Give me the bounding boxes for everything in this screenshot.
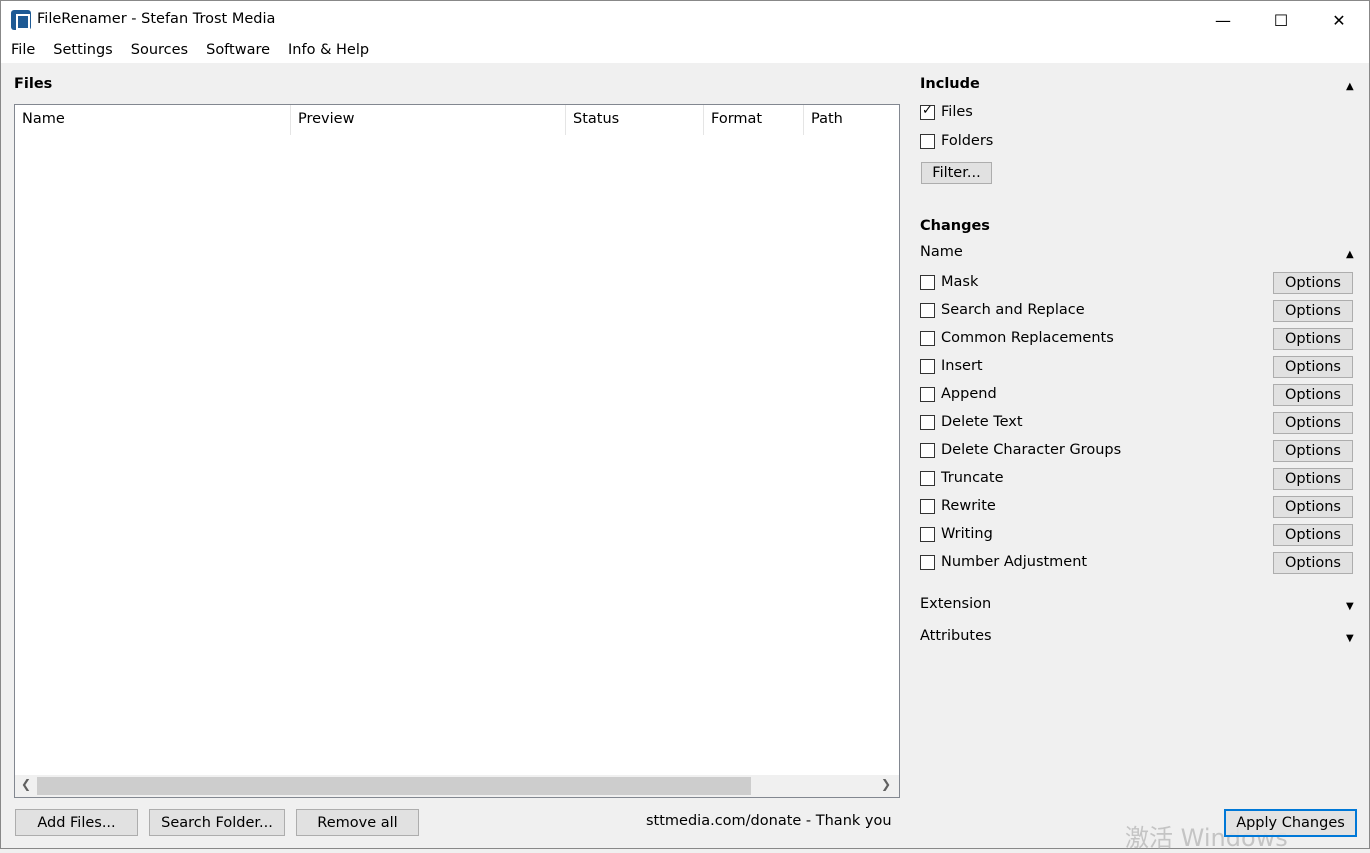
change-item-checkbox[interactable]: Common Replacements	[920, 330, 1114, 346]
attributes-section[interactable]: Attributes	[920, 628, 992, 644]
add-files-button[interactable]: Add Files...	[15, 809, 138, 836]
change-item-label: Mask	[941, 274, 979, 290]
options-button[interactable]: Options	[1273, 384, 1353, 406]
change-item-label: Rewrite	[941, 498, 996, 514]
options-button[interactable]: Options	[1273, 468, 1353, 490]
scroll-left-icon[interactable]: ❮	[21, 777, 31, 791]
close-button[interactable]: ✕	[1310, 1, 1368, 39]
remove-all-button[interactable]: Remove all	[296, 809, 419, 836]
change-item-checkbox[interactable]: Number Adjustment	[920, 554, 1087, 570]
collapse-include-icon[interactable]: ▲	[1346, 81, 1354, 92]
options-button[interactable]: Options	[1273, 412, 1353, 434]
app-icon	[11, 10, 31, 30]
change-item-checkbox[interactable]: Truncate	[920, 470, 1004, 486]
expand-attributes-icon[interactable]: ▼	[1346, 633, 1354, 644]
column-path[interactable]: Path	[804, 105, 899, 135]
column-format[interactable]: Format	[704, 105, 804, 135]
donate-link[interactable]: sttmedia.com/donate - Thank you	[646, 813, 892, 829]
title-bar: FileRenamer - Stefan Trost Media — ☐ ✕	[1, 1, 1369, 39]
menu-file[interactable]: File	[1, 39, 44, 63]
search-folder-button[interactable]: Search Folder...	[149, 809, 285, 836]
include-folders-checkbox[interactable]: Folders	[920, 133, 993, 149]
minimize-button[interactable]: —	[1194, 1, 1252, 39]
options-button[interactable]: Options	[1273, 272, 1353, 294]
change-item-checkbox[interactable]: Rewrite	[920, 498, 996, 514]
change-item-checkbox[interactable]: Writing	[920, 526, 993, 542]
checkbox[interactable]	[920, 442, 935, 458]
options-button[interactable]: Options	[1273, 300, 1353, 322]
change-item-checkbox[interactable]: Delete Character Groups	[920, 442, 1121, 458]
checkbox[interactable]	[920, 414, 935, 430]
change-item-label: Common Replacements	[941, 330, 1114, 346]
change-item-checkbox[interactable]: Search and Replace	[920, 302, 1085, 318]
horizontal-scrollbar[interactable]: ❮ ❯	[15, 775, 899, 797]
extension-section[interactable]: Extension	[920, 596, 991, 612]
checkbox[interactable]	[920, 274, 935, 290]
change-item-label: Append	[941, 386, 997, 402]
menu-settings[interactable]: Settings	[44, 39, 121, 63]
options-button[interactable]: Options	[1273, 552, 1353, 574]
include-folders-label: Folders	[941, 133, 994, 149]
change-item-label: Insert	[941, 358, 983, 374]
options-button[interactable]: Options	[1273, 356, 1353, 378]
options-button[interactable]: Options	[1273, 440, 1353, 462]
files-heading: Files	[14, 76, 53, 92]
column-name[interactable]: Name	[15, 105, 291, 135]
change-item-label: Search and Replace	[941, 302, 1085, 318]
checkbox[interactable]	[920, 358, 935, 374]
checkbox[interactable]	[920, 526, 935, 542]
menu-sources[interactable]: Sources	[122, 39, 197, 63]
column-status[interactable]: Status	[566, 105, 704, 135]
change-item-checkbox[interactable]: Mask	[920, 274, 978, 290]
collapse-name-icon[interactable]: ▲	[1346, 249, 1354, 260]
checkbox[interactable]	[920, 133, 935, 149]
change-item-checkbox[interactable]: Append	[920, 386, 997, 402]
checkbox-checked[interactable]: ✓	[920, 102, 935, 120]
change-item-checkbox[interactable]: Delete Text	[920, 414, 1023, 430]
checkbox[interactable]	[920, 302, 935, 318]
expand-extension-icon[interactable]: ▼	[1346, 601, 1354, 612]
file-list[interactable]: Name Preview Status Format Path ❮ ❯	[14, 104, 900, 798]
column-preview[interactable]: Preview	[291, 105, 566, 135]
menu-bar: File Settings Sources Software Info & He…	[1, 39, 1369, 63]
filter-button[interactable]: Filter...	[921, 162, 992, 184]
checkbox[interactable]	[920, 498, 935, 514]
checkbox[interactable]	[920, 386, 935, 402]
include-files-label: Files	[941, 104, 973, 120]
scroll-right-icon[interactable]: ❯	[881, 777, 891, 791]
change-item-label: Delete Text	[941, 414, 1023, 430]
changes-heading: Changes	[920, 218, 990, 234]
name-section-label[interactable]: Name	[920, 244, 963, 260]
change-item-checkbox[interactable]: Insert	[920, 358, 983, 374]
change-item-label: Delete Character Groups	[941, 442, 1122, 458]
maximize-button[interactable]: ☐	[1252, 1, 1310, 39]
change-item-label: Number Adjustment	[941, 554, 1088, 570]
options-button[interactable]: Options	[1273, 524, 1353, 546]
menu-software[interactable]: Software	[197, 39, 279, 63]
change-item-label: Writing	[941, 526, 993, 542]
checkbox[interactable]	[920, 330, 935, 346]
window-title: FileRenamer - Stefan Trost Media	[37, 11, 276, 27]
check-icon: ✓	[922, 102, 933, 118]
checkbox[interactable]	[920, 554, 935, 570]
apply-changes-button[interactable]: Apply Changes	[1224, 809, 1357, 837]
menu-info-help[interactable]: Info & Help	[279, 39, 378, 63]
scrollbar-thumb[interactable]	[37, 777, 751, 795]
options-button[interactable]: Options	[1273, 328, 1353, 350]
column-header: Name Preview Status Format Path	[15, 105, 899, 135]
change-item-label: Truncate	[941, 470, 1004, 486]
options-button[interactable]: Options	[1273, 496, 1353, 518]
checkbox[interactable]	[920, 470, 935, 486]
include-files-checkbox[interactable]: ✓ Files	[920, 102, 973, 120]
include-heading: Include	[920, 76, 980, 92]
